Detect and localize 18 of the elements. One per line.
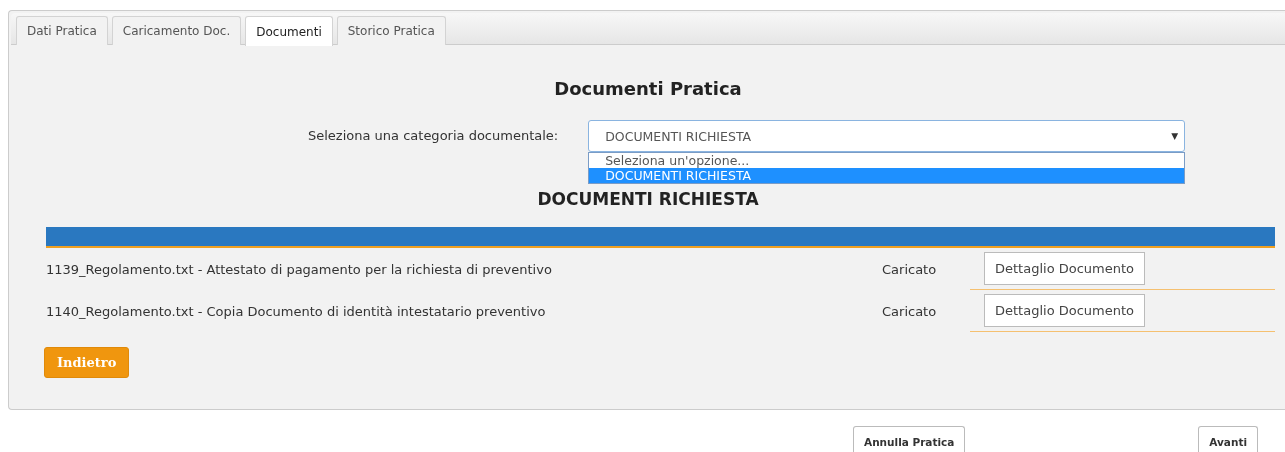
document-name: 1139_Regolamento.txt - Attestato di pagamento per la richiesta di preventivo bbox=[46, 261, 553, 277]
field-label: Seleziona una categoria documentale: bbox=[308, 127, 559, 145]
footer-button[interactable]: Avanti bbox=[1198, 426, 1258, 452]
document-name: 1140_Regolamento.txt - Copia Documento di identità intestatario preventivo bbox=[46, 303, 547, 319]
tab[interactable]: Documenti bbox=[245, 16, 333, 46]
section-title: DOCUMENTI RICHIESTA bbox=[536, 188, 760, 210]
caret-icon: ▼ bbox=[1171, 131, 1179, 141]
category-dropdown[interactable]: DOCUMENTI RICHIESTA ▼ bbox=[588, 120, 1186, 152]
footer-button[interactable]: Annulla Pratica bbox=[853, 426, 966, 452]
dropdown-option[interactable]: Seleziona un'opzione... bbox=[589, 153, 1185, 168]
detail-button[interactable]: Dettaglio Documento bbox=[984, 252, 1146, 285]
document-status: Caricato bbox=[882, 261, 938, 277]
detail-button[interactable]: Dettaglio Documento bbox=[984, 294, 1146, 327]
page-title: Documenti Pratica bbox=[553, 77, 743, 100]
tab[interactable]: Caricamento Doc. bbox=[111, 16, 242, 45]
tab[interactable]: Dati Pratica bbox=[16, 16, 108, 45]
tab[interactable]: Storico Pratica bbox=[336, 16, 446, 45]
document-status: Caricato bbox=[882, 303, 938, 319]
